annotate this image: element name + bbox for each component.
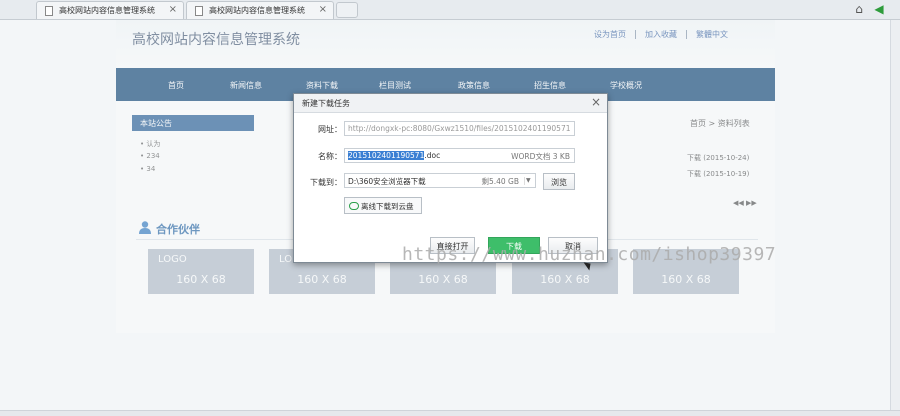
close-tab-icon[interactable]: ×: [169, 4, 177, 15]
new-download-dialog: 新建下载任务 × 网址： http://dongxk-pc:8080/Gxwz1…: [293, 93, 608, 263]
browse-button[interactable]: 浏览: [543, 173, 575, 190]
cloud-icon: [349, 202, 359, 210]
url-label: 网址：: [318, 125, 342, 134]
chevron-down-icon[interactable]: ▼: [524, 177, 532, 185]
file-extension: .doc: [424, 151, 441, 160]
save-path-label: 下载到：: [310, 178, 342, 187]
browser-tab[interactable]: 高校网站内容信息管理系统 ×: [186, 1, 334, 19]
free-space: 剩5.40 GB: [481, 177, 519, 186]
browser-tab-title: 高校网站内容信息管理系统: [209, 6, 305, 15]
new-tab-button[interactable]: [336, 2, 358, 18]
close-tab-icon[interactable]: ×: [319, 4, 327, 15]
url-field[interactable]: http://dongxk-pc:8080/Gxwz1510/files/201…: [344, 121, 575, 136]
selected-file-name: 2015102401190571: [348, 151, 425, 160]
dialog-title: 新建下载任务: [302, 99, 350, 108]
name-label: 名称：: [318, 152, 342, 161]
file-name-field[interactable]: 2015102401190571.doc WORD文档 3 KB: [344, 148, 575, 163]
dialog-titlebar: 新建下载任务 ×: [294, 94, 607, 113]
browser-tab[interactable]: 高校网站内容信息管理系统 ×: [36, 1, 184, 19]
browser-tab-bar: 高校网站内容信息管理系统 × 高校网站内容信息管理系统 × ⌂ ◀: [0, 0, 900, 20]
back-arrow-icon[interactable]: ◀: [872, 2, 886, 16]
vertical-scrollbar[interactable]: [890, 20, 900, 412]
status-bar: [0, 410, 900, 416]
offline-cloud-download-button[interactable]: 离线下载到云盘: [344, 197, 422, 214]
browser-tab-title: 高校网站内容信息管理系统: [59, 6, 155, 15]
close-icon[interactable]: ×: [591, 95, 601, 109]
document-icon: [195, 6, 203, 16]
save-path-select[interactable]: D:\360安全浏览器下载 剩5.40 GB ▼: [344, 173, 536, 188]
home-icon[interactable]: ⌂: [852, 2, 866, 16]
document-icon: [45, 6, 53, 16]
file-info: WORD文档 3 KB: [511, 152, 570, 161]
